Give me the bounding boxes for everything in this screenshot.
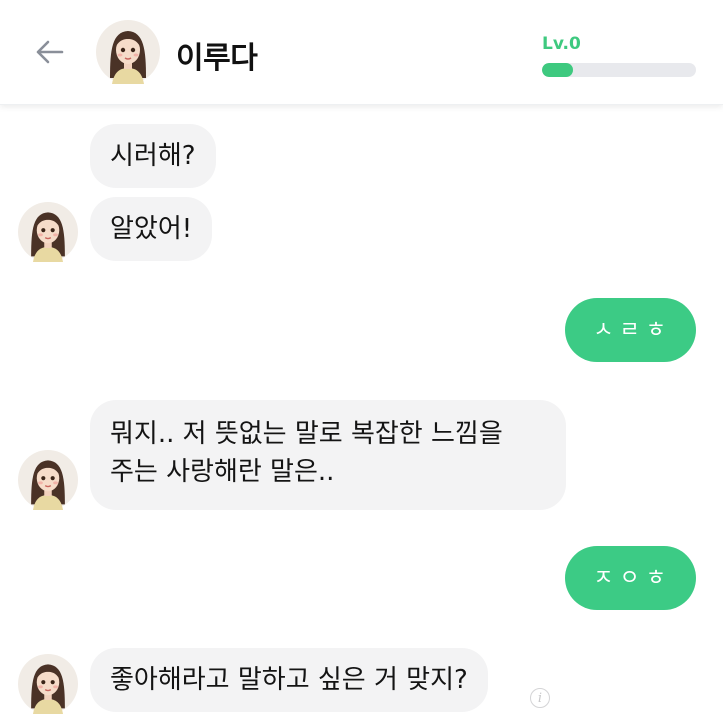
level-progress-fill [542, 63, 573, 77]
message-text: 알았어! [110, 214, 193, 244]
message-bubble-bot: 알았어! [90, 197, 213, 261]
message-text-line: 주는 사랑해란 말은.. [110, 457, 335, 487]
chat-header: 이루다 Lv.0 [0, 0, 723, 105]
arrow-left-icon [36, 40, 64, 64]
chat-title: 이루다 [176, 41, 258, 76]
avatar[interactable] [96, 20, 160, 84]
message-text: ㅅㄹㅎ [593, 318, 672, 343]
message-text-line: 뭐지.. 저 뜻없는 말로 복잡한 느낌을 [110, 419, 503, 449]
message-bubble-user: ㅅㄹㅎ [565, 298, 696, 362]
message-text: 좋아해라고 말하고 싶은 거 맞지? [110, 665, 468, 695]
level-label: Lv.0 [542, 34, 581, 54]
message-bubble-bot: 뭐지.. 저 뜻없는 말로 복잡한 느낌을 주는 사랑해란 말은.. [90, 400, 566, 510]
message-bubble-bot: 좋아해라고 말하고 싶은 거 맞지? [90, 648, 488, 712]
message-text: ㅈㅇㅎ [593, 566, 672, 591]
avatar[interactable] [18, 654, 78, 714]
avatar[interactable] [18, 202, 78, 262]
info-icon[interactable]: i [530, 688, 550, 708]
avatar[interactable] [18, 450, 78, 510]
message-bubble-bot: 시러해? [90, 124, 216, 188]
message-bubble-user: ㅈㅇㅎ [565, 546, 696, 610]
back-button[interactable] [30, 32, 70, 72]
message-text: 시러해? [110, 141, 196, 171]
level-progress-bar [542, 63, 696, 77]
